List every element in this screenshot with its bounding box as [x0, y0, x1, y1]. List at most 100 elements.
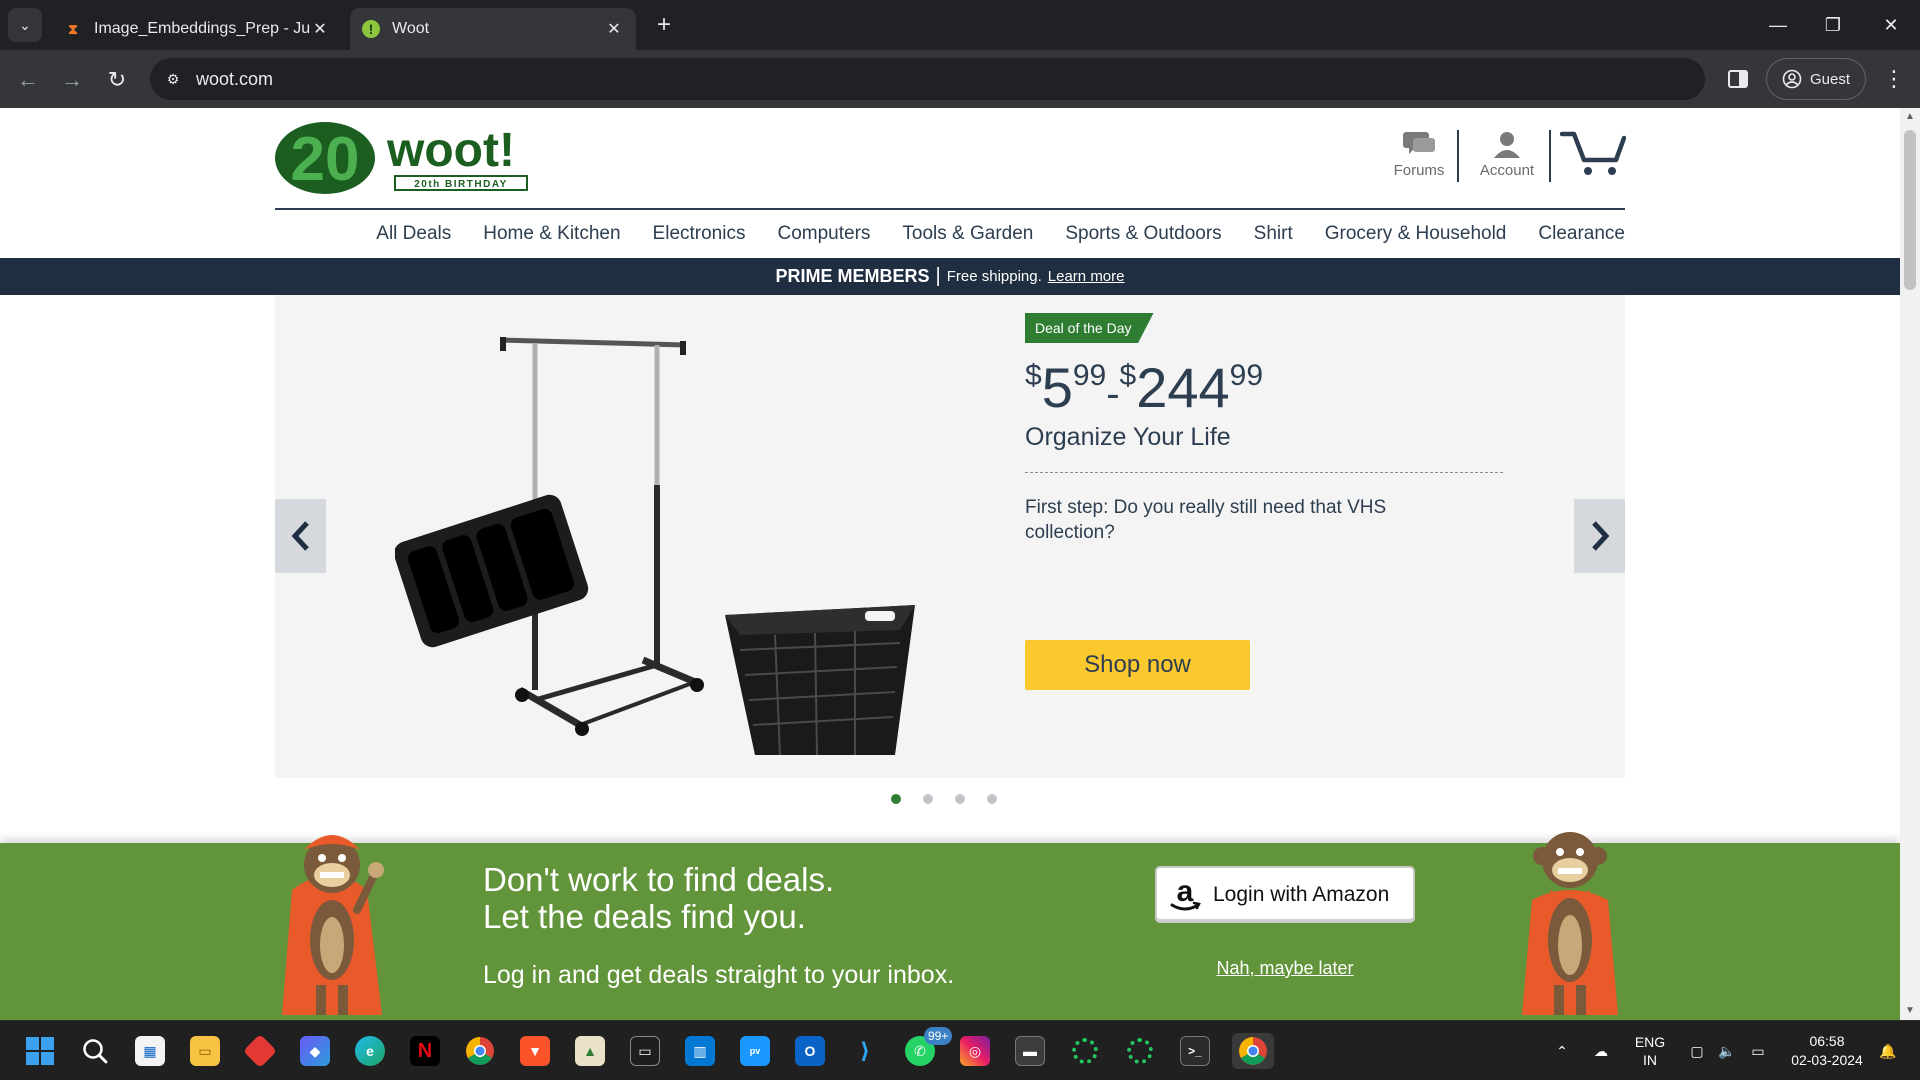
nav-home-kitchen[interactable]: Home & Kitchen	[483, 223, 620, 245]
clock-time: 06:58	[1809, 1033, 1845, 1049]
address-bar[interactable]: ⚙ woot.com	[150, 58, 1705, 100]
account-link[interactable]: Account	[1467, 130, 1547, 179]
deal-title[interactable]: Organize Your Life	[1025, 423, 1231, 452]
site-info-icon[interactable]: ⚙	[150, 71, 196, 88]
outlook-icon: O	[795, 1036, 825, 1066]
deal-product-image[interactable]	[393, 315, 965, 756]
taskbar-edge[interactable]: e	[352, 1033, 388, 1069]
search-icon	[83, 1039, 108, 1064]
battery-button[interactable]: ▭	[1745, 1021, 1771, 1081]
network-button[interactable]: ▢	[1685, 1021, 1709, 1081]
tab-title: Woot	[392, 20, 430, 37]
chevron-left-icon	[291, 521, 309, 551]
carousel-dot-1[interactable]	[890, 793, 902, 805]
taskbar-terminal[interactable]: >_	[1177, 1033, 1213, 1069]
taskbar-app-blue[interactable]: ▥	[682, 1033, 718, 1069]
carousel-dot-3[interactable]	[954, 793, 966, 805]
carousel-prev-button[interactable]	[275, 499, 326, 573]
back-button[interactable]: ←	[12, 64, 44, 96]
tab-woot[interactable]: ! Woot ✕	[350, 8, 636, 50]
carousel-dot-2[interactable]	[922, 793, 934, 805]
search-button[interactable]	[77, 1033, 113, 1069]
page-scrollbar[interactable]: ▲ ▼	[1900, 108, 1920, 1020]
url-text: woot.com	[196, 68, 274, 89]
prime-banner: PRIME MEMBERS | Free shipping. Learn mor…	[0, 258, 1900, 295]
page-viewport: 20 woot! 20th BIRTHDAY Forums Account Al…	[0, 108, 1900, 1020]
taskbar-vscode[interactable]: ⟩	[847, 1033, 883, 1069]
waving-monkey-icon	[272, 820, 392, 1020]
taskbar-file-explorer[interactable]: ▭	[187, 1033, 223, 1069]
profile-button[interactable]: Guest	[1766, 58, 1866, 100]
price-high-cents: 99	[1229, 359, 1264, 392]
nav-tools-garden[interactable]: Tools & Garden	[902, 223, 1033, 245]
taskbar-outlook[interactable]: O	[792, 1033, 828, 1069]
nav-shirt[interactable]: Shirt	[1254, 223, 1293, 245]
ring-app-icon	[1072, 1038, 1098, 1064]
tab-search-button[interactable]: ⌄	[8, 8, 42, 42]
taskbar-terminal-window[interactable]: ▭	[627, 1033, 663, 1069]
scroll-down-arrow-icon[interactable]: ▼	[1900, 1002, 1920, 1020]
show-hidden-icons-button[interactable]: ⌃	[1550, 1021, 1574, 1081]
taskbar-netflix[interactable]: N	[407, 1033, 443, 1069]
onedrive-button[interactable]: ☁	[1588, 1021, 1614, 1081]
taskbar-app-diamond[interactable]	[242, 1033, 278, 1069]
tab-jupyter[interactable]: ⧗ Image_Embeddings_Prep - Jupyter ✕	[52, 8, 342, 50]
side-panel-button[interactable]	[1726, 67, 1750, 91]
minimize-button[interactable]: —	[1755, 10, 1801, 40]
region-code: IN	[1643, 1052, 1657, 1068]
taskbar-app-window[interactable]: ▬	[1012, 1033, 1048, 1069]
nav-sports-outdoors[interactable]: Sports & Outdoors	[1065, 223, 1221, 245]
forums-link[interactable]: Forums	[1383, 130, 1455, 179]
scroll-up-arrow-icon[interactable]: ▲	[1900, 108, 1920, 126]
prime-heading: PRIME MEMBERS	[775, 266, 930, 286]
close-icon[interactable]: ✕	[310, 19, 330, 39]
clock[interactable]: 06:58 02-03-2024	[1782, 1021, 1872, 1081]
learn-more-link[interactable]: Learn more	[1048, 268, 1125, 285]
taskbar-app-ring-2[interactable]	[1122, 1033, 1158, 1069]
forward-button[interactable]: →	[56, 64, 88, 96]
reload-button[interactable]: ↻	[101, 64, 133, 96]
nav-clearance[interactable]: Clearance	[1538, 223, 1625, 245]
taskbar-instagram[interactable]: ◎	[957, 1033, 993, 1069]
taskbar-chrome-active[interactable]	[1232, 1033, 1274, 1069]
tab-title: Image_Embeddings_Prep - Jupyter	[94, 20, 310, 37]
taskbar-prime-video[interactable]: pv	[737, 1033, 773, 1069]
battery-charging-icon: ▭	[1751, 1042, 1765, 1059]
start-button[interactable]	[22, 1033, 58, 1069]
taskbar-copilot[interactable]: ◆	[297, 1033, 333, 1069]
amazon-button-label: Login with Amazon	[1213, 882, 1390, 906]
nav-all-deals[interactable]: All Deals	[376, 223, 451, 245]
volume-button[interactable]: 🔈	[1715, 1021, 1739, 1081]
nav-grocery-household[interactable]: Grocery & Household	[1325, 223, 1507, 245]
taskbar-whatsapp[interactable]: ✆ 99+	[902, 1027, 953, 1069]
taskbar-app-ring-1[interactable]	[1067, 1033, 1103, 1069]
account-label: Account	[1479, 162, 1535, 179]
new-tab-button[interactable]: +	[650, 12, 678, 40]
logo-number: 20	[291, 125, 360, 194]
language-switcher[interactable]: ENG IN	[1630, 1021, 1670, 1081]
shop-now-button[interactable]: Shop now	[1025, 640, 1250, 690]
login-with-amazon-button[interactable]: a Login with Amazon	[1155, 866, 1415, 923]
scrollbar-thumb[interactable]	[1904, 130, 1916, 290]
notifications-button[interactable]: 🔔	[1876, 1021, 1900, 1081]
browser-menu-button[interactable]: ⋮	[1882, 64, 1906, 94]
carousel-next-button[interactable]	[1574, 499, 1625, 573]
cart-button[interactable]	[1559, 128, 1627, 178]
nav-electronics[interactable]: Electronics	[653, 223, 746, 245]
muted-speaker-icon: 🔈	[1718, 1042, 1736, 1059]
taskbar-app-image[interactable]: ▲	[572, 1033, 608, 1069]
edge-icon: e	[355, 1036, 385, 1066]
decline-link[interactable]: Nah, maybe later	[1155, 958, 1415, 979]
close-icon[interactable]: ✕	[604, 19, 624, 39]
logo-tagline: 20th BIRTHDAY	[414, 179, 508, 190]
svg-text:a: a	[1177, 877, 1194, 908]
nav-computers[interactable]: Computers	[777, 223, 870, 245]
restore-button[interactable]: ❐	[1810, 10, 1856, 40]
close-window-button[interactable]: ✕	[1868, 10, 1914, 40]
taskbar-store[interactable]: ▦	[132, 1033, 168, 1069]
woot-logo[interactable]: 20 woot! 20th BIRTHDAY	[275, 120, 545, 196]
carousel-dot-4[interactable]	[986, 793, 998, 805]
taskbar-chrome-1[interactable]	[462, 1033, 498, 1069]
taskbar-brave[interactable]: ▼	[517, 1033, 553, 1069]
cloud-icon: ☁	[1594, 1042, 1608, 1059]
